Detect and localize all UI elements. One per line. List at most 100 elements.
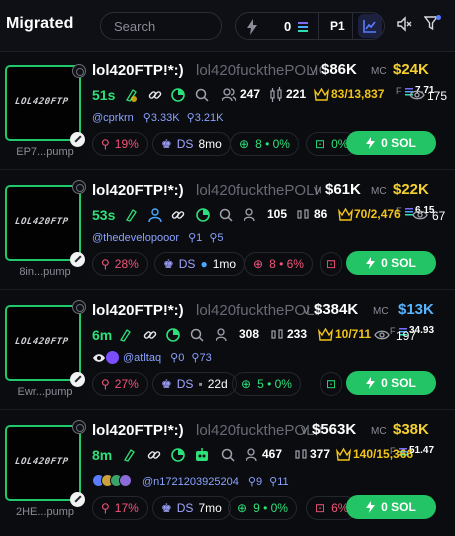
edit-icon[interactable] [70, 132, 85, 147]
pie-chart-icon[interactable] [195, 207, 211, 223]
dex-screener-pill[interactable]: ♚ DS 7mo [152, 496, 231, 520]
edit-icon[interactable] [70, 252, 85, 267]
token-card[interactable]: LOL420FTP EP7...pump lol420FTP!*:) lol42… [0, 52, 455, 170]
dex-screener-pill[interactable]: ♚ DS ▪ 22d [152, 372, 237, 396]
token-address[interactable]: 2HE...pump [8, 506, 82, 518]
token-symbol[interactable]: lol420FTP!*:) [92, 422, 184, 439]
edit-icon[interactable] [70, 372, 85, 387]
profile-icon[interactable] [147, 207, 163, 223]
bundle-pill[interactable]: ⊡ [320, 372, 342, 396]
token-logo-image: LOL420FTP [14, 97, 69, 107]
edit-icon[interactable] [70, 492, 85, 507]
link-icon[interactable] [147, 87, 163, 103]
eye-icon [412, 210, 428, 220]
token-symbol[interactable]: lol420FTP!*:) [92, 302, 184, 319]
snipers-pill[interactable]: ⊕ 8 • 0% [230, 132, 299, 156]
dev-holding-pill[interactable]: ⚲ 27% [92, 372, 148, 396]
followers-icon: ⚲ [142, 112, 151, 124]
divider [352, 13, 353, 39]
header-bar: Migrated Search 0 P1 [0, 0, 455, 52]
crown-icon [318, 327, 333, 341]
dev-holding-pill[interactable]: ⚲ 17% [92, 496, 148, 520]
token-symbol[interactable]: lol420FTP!*:) [92, 182, 184, 199]
market-cap-label: MC [371, 66, 387, 77]
dev-holding-pill[interactable]: ⚲ 19% [92, 132, 148, 156]
preset-toggle[interactable]: P1 [330, 19, 345, 33]
link-icon[interactable] [146, 447, 162, 463]
volume-value: $384K [314, 301, 359, 318]
top-holders: 70/2,476 [354, 207, 401, 221]
dev-holding-value: 27% [114, 377, 139, 391]
link-icon[interactable] [170, 207, 186, 223]
search-icon[interactable] [218, 207, 234, 223]
following-count: 5 [217, 232, 224, 244]
dev-icon: ⚲ [101, 501, 110, 515]
fees-label: F [396, 86, 402, 96]
volume-label: V [303, 306, 310, 317]
crown-icon [314, 87, 329, 101]
token-avatar[interactable]: LOL420FTP [5, 185, 81, 261]
bundle-pill[interactable]: ⊡ [320, 252, 342, 276]
token-address[interactable]: Ewr...pump [8, 386, 82, 398]
quick-buy-amount[interactable]: 0 [284, 19, 291, 34]
robot-icon[interactable] [194, 447, 210, 463]
crown-icon [338, 207, 353, 221]
following-icon: ⚲ [186, 112, 195, 124]
pie-chart-icon[interactable] [165, 327, 181, 343]
divider [318, 13, 319, 39]
search-input[interactable]: Search [100, 12, 222, 40]
link-icon[interactable] [142, 327, 158, 343]
quick-buy-button[interactable]: 0 SOL [346, 495, 436, 519]
camera-icon[interactable] [72, 300, 86, 314]
token-avatar[interactable]: LOL420FTP [5, 65, 81, 141]
quick-buy-button[interactable]: 0 SOL [346, 131, 436, 155]
token-address[interactable]: 8in...pump [8, 266, 82, 278]
quick-buy-button[interactable]: 0 SOL [346, 371, 436, 395]
snipers-pill[interactable]: ⊕ 9 • 0% [228, 496, 297, 520]
dex-screener-pill[interactable]: ♚ DS ● 1mo [154, 252, 246, 276]
pie-chart-icon[interactable] [170, 87, 186, 103]
token-logo-image: LOL420FTP [14, 217, 69, 227]
bolt-icon[interactable] [246, 19, 258, 35]
search-icon[interactable] [220, 447, 236, 463]
twitter-handle[interactable]: @n1721203925204 [142, 476, 239, 488]
dev-holding-value: 17% [114, 501, 139, 515]
transactions-count: 233 [287, 327, 308, 341]
chef-hat-icon: ♚ [163, 257, 174, 271]
bundle-icon: ⊡ [315, 501, 326, 515]
quick-buy-button[interactable]: 0 SOL [346, 251, 436, 275]
snipers-pill[interactable]: ⊕ 8 • 6% [244, 252, 313, 276]
search-icon[interactable] [189, 327, 205, 343]
camera-icon[interactable] [72, 420, 86, 434]
pie-chart-icon[interactable] [170, 447, 186, 463]
solana-icon [298, 22, 308, 32]
market-cap-value: $22K [393, 181, 429, 198]
camera-icon[interactable] [72, 64, 86, 78]
eye-icon [93, 354, 105, 362]
dex-screener-pill[interactable]: ♚ DS 8mo [152, 132, 231, 156]
followers-icon: ⚲ [247, 476, 256, 488]
bolt-icon [366, 257, 376, 269]
token-card[interactable]: LOL420FTP 2HE...pump lol420FTP!*:) lol42… [0, 412, 455, 536]
token-avatar[interactable]: LOL420FTP [5, 425, 81, 501]
twitter-handle[interactable]: @thedevelopooor [92, 232, 179, 244]
token-symbol[interactable]: lol420FTP!*:) [92, 62, 184, 79]
token-card[interactable]: LOL420FTP Ewr...pump lol420FTP!*:) lol42… [0, 292, 455, 410]
token-card[interactable]: LOL420FTP 8in...pump lol420FTP!*:) lol42… [0, 172, 455, 290]
camera-icon[interactable] [72, 180, 86, 194]
volume-icon[interactable] [396, 16, 412, 32]
views-count: 67 [432, 209, 446, 223]
snipers-value: 5 • 0% [257, 377, 292, 391]
twitter-handle[interactable]: @cprkrn [92, 112, 134, 124]
chart-toggle-button[interactable] [358, 14, 382, 38]
twitter-handle[interactable]: @atltaq [123, 352, 161, 364]
search-icon[interactable] [194, 87, 210, 103]
dev-holding-pill[interactable]: ⚲ 28% [92, 252, 148, 276]
following-count: 3.21K [194, 112, 224, 124]
top-holders: 10/711 [335, 327, 372, 341]
token-age: 51s [92, 87, 116, 103]
token-avatar[interactable]: LOL420FTP [5, 305, 81, 381]
snipers-pill[interactable]: ⊕ 5 • 0% [232, 372, 301, 396]
token-address[interactable]: EP7...pump [8, 146, 82, 158]
token-age: 8m [92, 447, 113, 463]
